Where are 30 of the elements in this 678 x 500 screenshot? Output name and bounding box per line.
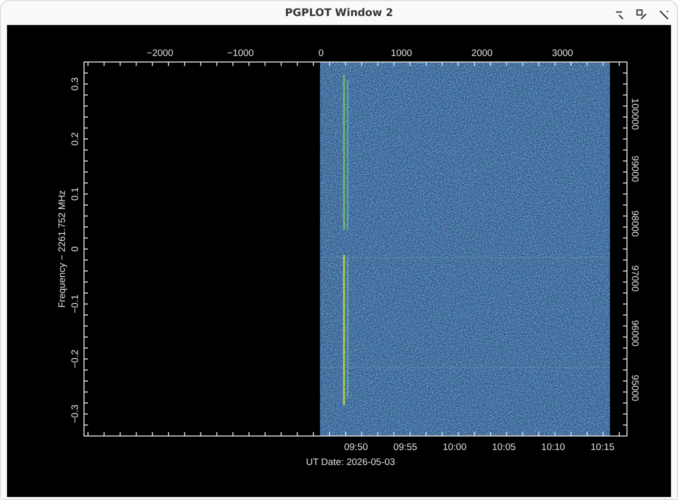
axis-tick-label: 0 xyxy=(70,246,81,252)
date-caption: UT Date: 2026-05-03 xyxy=(306,457,396,468)
close-icon[interactable] xyxy=(657,8,671,22)
axis-tick-label: 10:10 xyxy=(541,442,566,453)
axis-tick-label: 96000 xyxy=(629,320,640,346)
axis-tick-label: 0.2 xyxy=(70,132,81,146)
axis-tick-label: 09:55 xyxy=(393,442,418,453)
axis-tick-label: 1000 xyxy=(390,48,412,59)
axis-tick-label: 0.3 xyxy=(70,77,81,91)
axis-tick-label: −2000 xyxy=(146,48,174,59)
axis-tick-label: −0.2 xyxy=(70,350,81,368)
axis-tick-label: 97000 xyxy=(629,265,640,292)
axis-tick-label: −1000 xyxy=(227,48,254,59)
axis-tick-label: 2000 xyxy=(471,48,493,59)
axis-tick-label: 95000 xyxy=(629,374,640,402)
axis-tick-label: 09:50 xyxy=(344,442,368,453)
window-title: PGPLOT Window 2 xyxy=(284,7,394,19)
axis-tick-label: 0 xyxy=(318,48,324,59)
axis-tick-label: 0.1 xyxy=(70,187,81,201)
axis-tick-label: 100000 xyxy=(629,98,640,130)
axis-tick-label: 10:00 xyxy=(442,442,466,453)
axis-tick-label: −0.1 xyxy=(70,294,81,314)
axis-tick-label: −0.3 xyxy=(70,404,81,424)
axis-tick-label: 3000 xyxy=(552,48,574,59)
axis-tick-label: 10:05 xyxy=(492,442,516,453)
maximize-icon[interactable] xyxy=(635,8,649,22)
axis-label: Frequency − 2261.752 MHz xyxy=(57,190,68,308)
axis-tick-label: 10:15 xyxy=(590,442,614,453)
axis-tick-label: 98000 xyxy=(629,210,640,237)
axis-tick-label: 99000 xyxy=(629,156,640,182)
